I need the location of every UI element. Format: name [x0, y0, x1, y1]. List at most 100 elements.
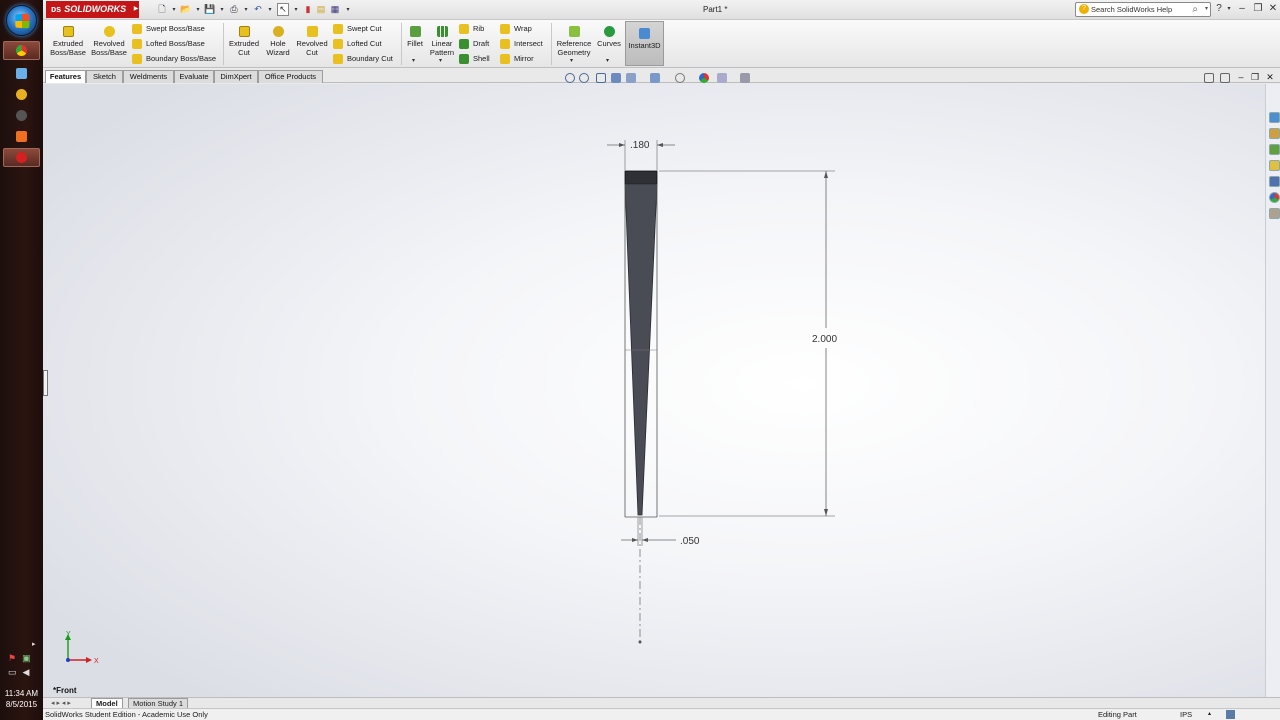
- solidworks-logo[interactable]: ᴅs SOLIDWORKS: [46, 1, 133, 18]
- graphics-area[interactable]: .180 2.000 .050 Y X: [43, 84, 1265, 697]
- tab-weldments[interactable]: Weldments: [123, 70, 174, 83]
- taskbar-app-4[interactable]: [3, 106, 40, 125]
- hole-wizard-button[interactable]: Hole Wizard: [262, 22, 294, 66]
- taskbar-chrome[interactable]: [3, 41, 40, 60]
- extruded-cut-button[interactable]: Extruded Cut: [227, 22, 261, 66]
- swept-boss-button[interactable]: Swept Boss/Base: [131, 22, 205, 36]
- draft-button[interactable]: Draft: [458, 37, 489, 51]
- tab-sketch[interactable]: Sketch: [86, 70, 123, 83]
- previous-view-icon[interactable]: [596, 73, 606, 83]
- part-body[interactable]: [624, 183, 658, 516]
- feature-tree-toggle[interactable]: [43, 370, 48, 396]
- lofted-boss-button[interactable]: Lofted Boss/Base: [131, 37, 205, 51]
- tab-office-products[interactable]: Office Products: [258, 70, 323, 83]
- tab-scroll-arrows[interactable]: ◂ ▸ ◂ ▸: [51, 699, 71, 707]
- boundary-cut-button[interactable]: Boundary Cut: [332, 52, 393, 66]
- revolved-cut-button[interactable]: Revolved Cut: [295, 22, 329, 66]
- undo-icon[interactable]: ↶: [252, 3, 264, 16]
- file-explorer-icon[interactable]: [1269, 144, 1280, 155]
- tab-dimxpert[interactable]: DimXpert: [214, 70, 258, 83]
- linear-pattern-dropdown-icon[interactable]: ▾: [439, 57, 442, 64]
- intersect-button[interactable]: Intersect: [499, 37, 543, 51]
- rib-button[interactable]: Rib: [458, 22, 484, 36]
- clock[interactable]: 11:34 AM 8/5/2015: [0, 688, 43, 710]
- appearances-icon[interactable]: [1269, 192, 1280, 203]
- edit-appearance-icon[interactable]: [699, 73, 709, 83]
- zoom-area-icon[interactable]: [579, 73, 589, 83]
- tab-features[interactable]: Features: [45, 70, 86, 83]
- rebuild-icon[interactable]: ▮: [302, 3, 314, 16]
- new-dropdown-icon[interactable]: ▾: [168, 3, 180, 16]
- select-dropdown-icon[interactable]: ▾: [290, 3, 302, 16]
- taskbar-app-5[interactable]: [3, 127, 40, 146]
- print-dropdown-icon[interactable]: ▾: [240, 3, 252, 16]
- minimize-icon[interactable]: –: [1236, 3, 1248, 15]
- viewport-icon[interactable]: [1204, 73, 1214, 83]
- view-orientation-icon[interactable]: [626, 73, 636, 83]
- show-hidden-icon[interactable]: ▸: [32, 640, 36, 648]
- revolved-boss-button[interactable]: Revolved Boss/Base: [90, 22, 128, 66]
- window-restore-icon[interactable]: ❐: [1250, 73, 1260, 83]
- display-icon[interactable]: ▭: [8, 667, 17, 678]
- save-icon[interactable]: 💾: [204, 3, 216, 16]
- open-icon[interactable]: 📂: [180, 3, 192, 16]
- window-close-icon[interactable]: ✕: [1265, 73, 1275, 83]
- dimension-width-top[interactable]: .180: [630, 140, 650, 151]
- open-dropdown-icon[interactable]: ▾: [192, 3, 204, 16]
- print-icon[interactable]: ⎙: [228, 3, 240, 16]
- extruded-boss-button[interactable]: Extruded Boss/Base: [49, 22, 87, 66]
- rebuild-status-icon[interactable]: [1226, 710, 1235, 719]
- swept-cut-button[interactable]: Swept Cut: [332, 22, 382, 36]
- volume-icon[interactable]: ◀: [23, 667, 30, 678]
- restore-icon[interactable]: ❐: [1252, 3, 1264, 15]
- display-style-icon[interactable]: [650, 73, 660, 83]
- start-button[interactable]: [6, 5, 37, 36]
- units-dropdown-icon[interactable]: ▴: [1208, 709, 1211, 720]
- curves-dropdown-icon[interactable]: ▾: [606, 57, 609, 64]
- select-icon[interactable]: ↖: [277, 3, 289, 16]
- hide-show-items-icon[interactable]: [675, 73, 685, 83]
- mirror-button[interactable]: Mirror: [499, 52, 534, 66]
- fillet-dropdown-icon[interactable]: ▾: [412, 57, 415, 64]
- taskbar-solidworks[interactable]: [3, 148, 40, 167]
- apply-scene-icon[interactable]: [717, 73, 727, 83]
- section-view-icon[interactable]: [611, 73, 621, 83]
- design-library-icon[interactable]: [1269, 128, 1280, 139]
- menu-arrow-icon[interactable]: ▶: [133, 1, 139, 18]
- search-dropdown-icon[interactable]: ▾: [1205, 3, 1208, 16]
- taskbar-explorer[interactable]: [3, 64, 40, 83]
- custom-properties-icon[interactable]: [1269, 208, 1280, 219]
- close-icon[interactable]: ✕: [1267, 3, 1279, 15]
- help-dropdown-icon[interactable]: ▾: [1223, 3, 1235, 15]
- search-help-input[interactable]: ? Search SolidWorks Help ⌕ ▾: [1075, 2, 1211, 17]
- tile-icon[interactable]: [1220, 73, 1230, 83]
- save-dropdown-icon[interactable]: ▾: [216, 3, 228, 16]
- network-icon[interactable]: ▣: [22, 653, 31, 664]
- wrap-button[interactable]: Wrap: [499, 22, 532, 36]
- file-properties-icon[interactable]: ▤: [315, 3, 327, 16]
- options-icon[interactable]: ▦: [329, 3, 341, 16]
- boundary-boss-button[interactable]: Boundary Boss/Base: [131, 52, 216, 66]
- view-palette-icon[interactable]: [1269, 176, 1280, 187]
- part-top-face[interactable]: [624, 170, 658, 185]
- dimension-height[interactable]: 2.000: [812, 334, 837, 345]
- folder-icon[interactable]: [1269, 160, 1280, 171]
- view-settings-icon[interactable]: [740, 73, 750, 83]
- search-icon[interactable]: ⌕: [1192, 3, 1198, 16]
- flag-icon[interactable]: ⚑: [8, 653, 16, 664]
- taskbar-app-3[interactable]: [3, 85, 40, 104]
- options-dropdown-icon[interactable]: ▾: [342, 3, 354, 16]
- undo-dropdown-icon[interactable]: ▾: [264, 3, 276, 16]
- instant3d-button[interactable]: Instant3D: [625, 21, 664, 66]
- dimension-width-bottom[interactable]: .050: [680, 536, 700, 547]
- status-units[interactable]: IPS: [1180, 709, 1192, 720]
- lofted-cut-button[interactable]: Lofted Cut: [332, 37, 382, 51]
- tab-evaluate[interactable]: Evaluate: [174, 70, 214, 83]
- shell-button[interactable]: Shell: [458, 52, 490, 66]
- zoom-to-fit-icon[interactable]: [565, 73, 575, 83]
- solidworks-resources-icon[interactable]: [1269, 112, 1280, 123]
- new-document-icon[interactable]: 🗋: [156, 3, 168, 16]
- reference-geometry-button[interactable]: Reference Geometry: [555, 22, 593, 66]
- reference-geometry-dropdown-icon[interactable]: ▾: [570, 57, 573, 64]
- window-minimize-icon[interactable]: –: [1236, 73, 1246, 83]
